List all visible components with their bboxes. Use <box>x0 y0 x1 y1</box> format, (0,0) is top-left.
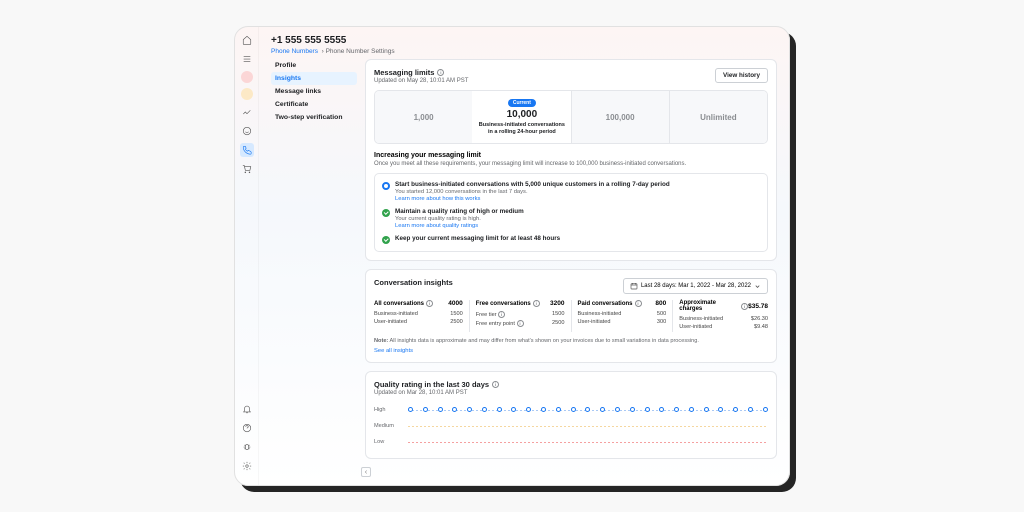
tier-100000: 100,000 <box>572 91 670 143</box>
info-icon[interactable]: i <box>517 320 524 327</box>
chart-point <box>571 407 576 412</box>
settings-icon[interactable] <box>240 459 254 473</box>
chart-point <box>704 407 709 412</box>
requirements-box: Start business-initiated conversations w… <box>374 173 768 252</box>
chart-point <box>438 407 443 412</box>
phone-number-title: +1 555 555 5555 <box>271 35 777 46</box>
sidebar-item-message-links[interactable]: Message links <box>271 85 357 98</box>
menu-icon[interactable] <box>240 52 254 66</box>
quality-rating-card: Quality rating in the last 30 daysi Upda… <box>365 371 777 459</box>
phone-icon[interactable] <box>240 143 254 157</box>
req-1: Start business-initiated conversations w… <box>382 181 760 202</box>
chart-point <box>585 407 590 412</box>
view-history-button[interactable]: View history <box>715 68 768 83</box>
info-icon[interactable]: i <box>498 311 505 318</box>
insights-note: Note: All insights data is approximate a… <box>374 338 768 344</box>
stats-row: All conversationsi4000 Business-initiate… <box>374 300 768 332</box>
messaging-limits-card: Messaging limitsi Updated on May 28, 10:… <box>365 59 777 261</box>
chart-point <box>467 407 472 412</box>
chart-point <box>659 407 664 412</box>
chart-point <box>511 407 516 412</box>
info-icon[interactable]: i <box>426 300 433 307</box>
info-icon[interactable]: i <box>437 69 444 76</box>
analytics-icon[interactable] <box>240 105 254 119</box>
bug-icon[interactable] <box>240 440 254 454</box>
stat-charges: Approximate chargesi$35.78 Business-init… <box>673 300 768 332</box>
info-icon[interactable]: i <box>492 381 499 388</box>
calendar-icon <box>630 282 638 290</box>
tier-1000: 1,000 <box>375 91 473 143</box>
quality-title: Quality rating in the last 30 daysi <box>374 380 768 389</box>
chart-point <box>674 407 679 412</box>
date-range-button[interactable]: Last 28 days: Mar 1, 2022 - Mar 28, 2022 <box>623 278 768 294</box>
chart-point <box>615 407 620 412</box>
chart-point <box>526 407 531 412</box>
settings-sidebar: Profile Insights Message links Certifica… <box>271 59 357 473</box>
quality-updated: Updated on Mar 28, 10:01 AM PST <box>374 390 768 396</box>
chart-point <box>497 407 502 412</box>
info-icon[interactable]: i <box>533 300 540 307</box>
chart-point <box>423 407 428 412</box>
sidebar-item-certificate[interactable]: Certificate <box>271 98 357 111</box>
limits-title: Messaging limitsi <box>374 68 468 77</box>
chart-point <box>482 407 487 412</box>
chart-point <box>452 407 457 412</box>
main-scroll[interactable]: Messaging limitsi Updated on May 28, 10:… <box>365 59 777 473</box>
chart-point <box>630 407 635 412</box>
req-2-link[interactable]: Learn more about quality ratings <box>395 223 524 229</box>
chart-point <box>408 407 413 412</box>
home-icon[interactable] <box>240 33 254 47</box>
tier-current: Current 10,000 Business-initiated conver… <box>473 91 571 143</box>
chart-point <box>556 407 561 412</box>
sidebar-item-two-step[interactable]: Two-step verification <box>271 111 357 124</box>
sidebar-item-profile[interactable]: Profile <box>271 59 357 72</box>
conversation-insights-card: Conversation insights Last 28 days: Mar … <box>365 269 777 363</box>
stat-free: Free conversationsi3200 Free tier i1500 … <box>470 300 572 332</box>
chart-point <box>718 407 723 412</box>
stat-all: All conversationsi4000 Business-initiate… <box>374 300 470 332</box>
increase-desc: Once you meet all these requirements, yo… <box>374 161 768 167</box>
chart-point <box>600 407 605 412</box>
chart-point <box>645 407 650 412</box>
help-icon[interactable] <box>240 421 254 435</box>
insights-title: Conversation insights <box>374 278 453 287</box>
info-icon[interactable]: i <box>741 303 748 310</box>
tier-unlimited: Unlimited <box>670 91 767 143</box>
breadcrumb: Phone Numbers › Phone Number Settings <box>271 48 777 55</box>
collapse-sidebar-icon[interactable] <box>361 467 371 477</box>
chart-point <box>748 407 753 412</box>
rail-color-app-1[interactable] <box>241 71 253 83</box>
chart-high-line <box>408 410 768 411</box>
quality-chart: High Medium Low <box>374 402 768 450</box>
chart-point <box>541 407 546 412</box>
cart-icon[interactable] <box>240 162 254 176</box>
req-3: Keep your current messaging limit for at… <box>382 235 760 244</box>
chart-med-line <box>408 426 768 427</box>
info-icon[interactable]: i <box>635 300 642 307</box>
check-icon <box>382 236 390 244</box>
chart-point <box>763 407 768 412</box>
req-1-link[interactable]: Learn more about how this works <box>395 196 670 202</box>
chat-icon[interactable] <box>240 124 254 138</box>
current-badge: Current <box>508 99 536 107</box>
chart-point <box>689 407 694 412</box>
stat-paid: Paid conversationsi800 Business-initiate… <box>572 300 674 332</box>
tier-ladder: 1,000 Current 10,000 Business-initiated … <box>374 90 768 144</box>
chevron-down-icon <box>754 283 761 290</box>
sidebar-item-insights[interactable]: Insights <box>271 72 357 85</box>
req-2: Maintain a quality rating of high or med… <box>382 208 760 229</box>
see-all-insights-link[interactable]: See See all insightsall insights <box>374 348 768 354</box>
limits-updated: Updated on May 28, 10:01 AM PST <box>374 78 468 84</box>
crumb-current: Phone Number Settings <box>326 48 395 55</box>
check-icon <box>382 209 390 217</box>
chart-low-line <box>408 442 768 443</box>
rail-color-app-2[interactable] <box>241 88 253 100</box>
page-header: +1 555 555 5555 Phone Numbers › Phone Nu… <box>259 27 789 59</box>
icon-rail <box>235 27 259 485</box>
chart-point <box>733 407 738 412</box>
progress-icon <box>382 182 390 190</box>
bell-icon[interactable] <box>240 402 254 416</box>
increase-title: Increasing your messaging limit <box>374 152 768 159</box>
crumb-parent[interactable]: Phone Numbers <box>271 48 318 55</box>
